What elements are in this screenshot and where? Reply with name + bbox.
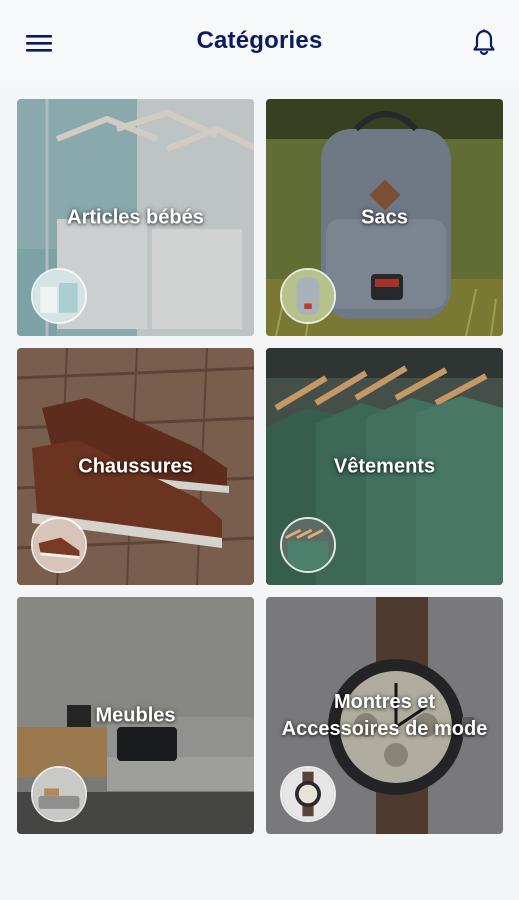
app-bar: Catégories — [0, 0, 519, 82]
category-card-clothes[interactable]: Vêtements — [266, 348, 503, 585]
category-card-furniture[interactable]: Meubles — [17, 597, 254, 834]
hamburger-menu-icon — [26, 35, 52, 52]
category-label: Chaussures — [78, 455, 193, 477]
category-label: Montres et Accessoires de mode — [281, 690, 488, 740]
category-label: Meubles — [95, 704, 176, 726]
menu-button[interactable] — [22, 28, 56, 58]
category-label: Vêtements — [333, 455, 436, 477]
category-card-shoes[interactable]: Chaussures — [17, 348, 254, 585]
category-thumbnail — [31, 268, 87, 324]
category-label: Articles bébés — [67, 206, 204, 228]
page-title: Catégories — [196, 27, 323, 54]
category-card-baby-items[interactable]: Articles bébés — [17, 99, 254, 336]
category-card-bags[interactable]: Sacs — [266, 99, 503, 336]
category-card-watches-accessories[interactable]: Montres et Accessoires de mode — [266, 597, 503, 834]
bell-icon — [473, 29, 495, 56]
category-thumbnail — [31, 517, 87, 573]
categories-grid: Articles bébés Sacs Chaussures Vêtements… — [0, 82, 519, 900]
category-thumbnail — [280, 268, 336, 324]
category-thumbnail — [280, 517, 336, 573]
category-thumbnail — [31, 766, 87, 822]
category-thumbnail — [280, 766, 336, 822]
category-label: Sacs — [361, 206, 408, 228]
notifications-button[interactable] — [467, 26, 501, 60]
